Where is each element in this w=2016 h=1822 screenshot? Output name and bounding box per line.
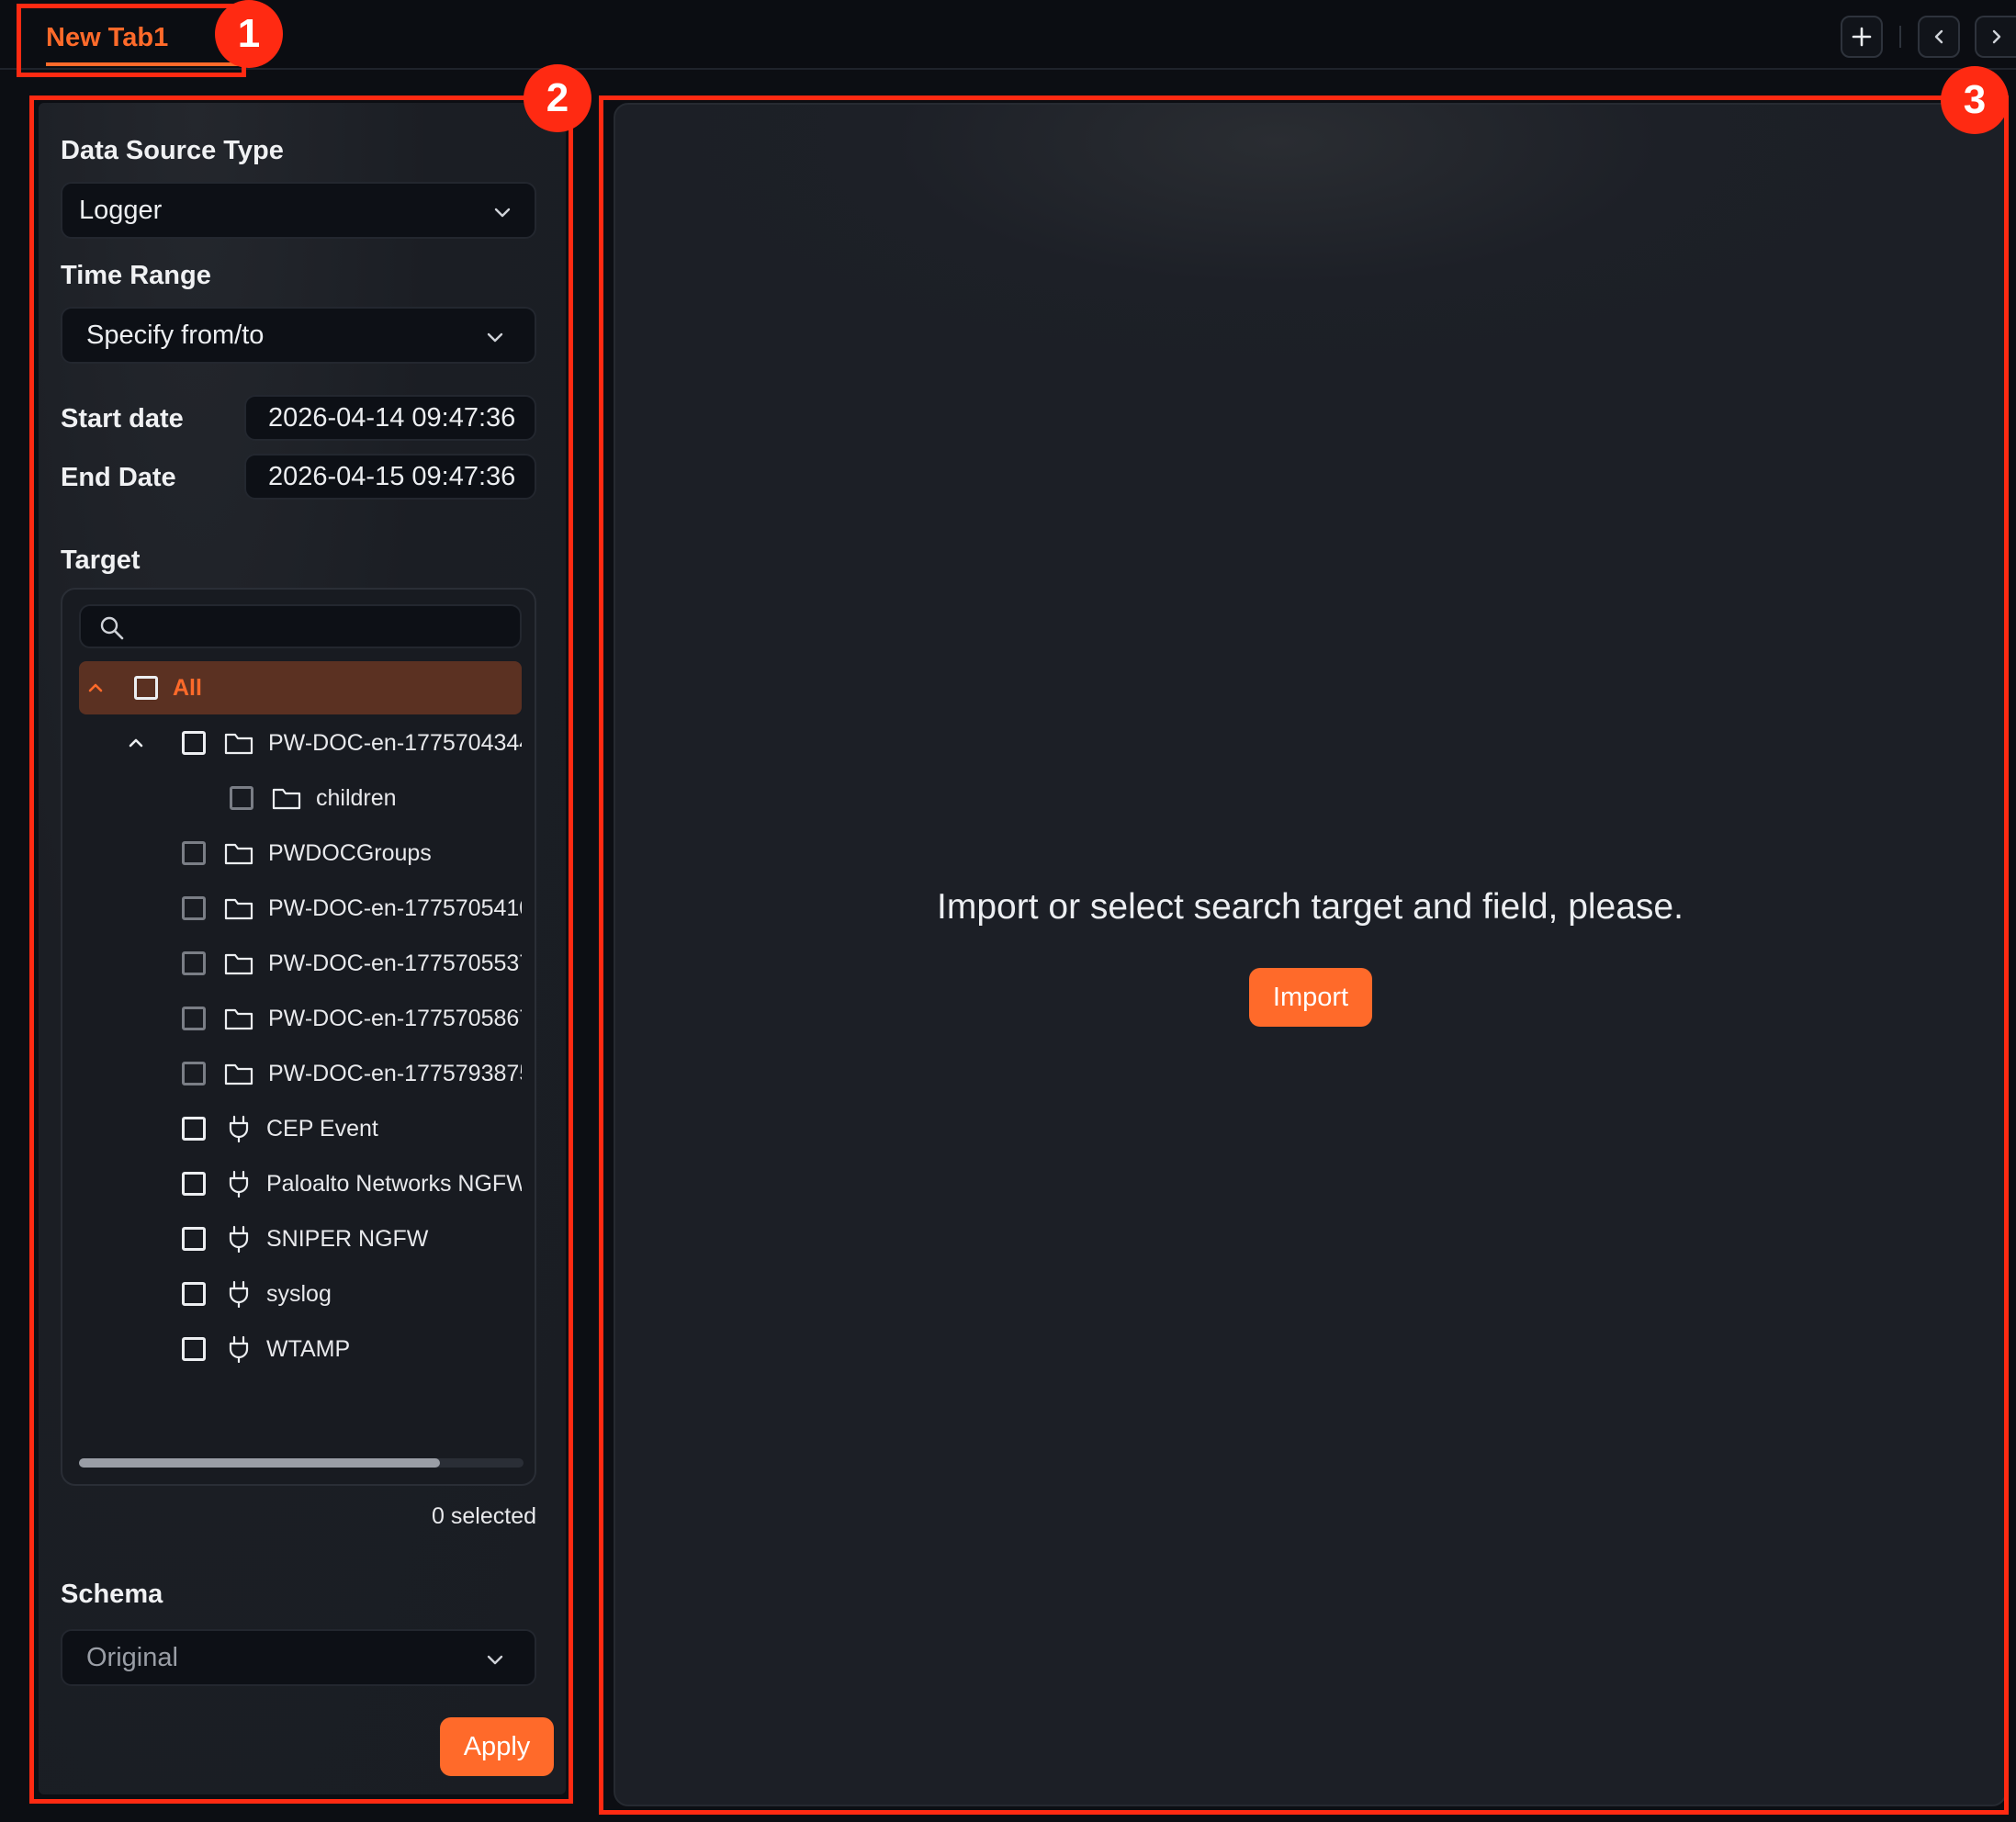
tree-checkbox[interactable] [182, 1062, 206, 1085]
plug-icon [229, 1225, 249, 1253]
tree-item-label: syslog [266, 1280, 332, 1307]
data-source-select[interactable]: Logger [61, 182, 536, 239]
chevron-right-icon [1992, 29, 2000, 44]
schema-select[interactable]: Original [61, 1629, 536, 1686]
tree-item-label: PW-DOC-en-1775704344 [268, 729, 522, 756]
search-icon [100, 616, 124, 640]
tree-checkbox[interactable] [134, 676, 158, 700]
toolbar-divider [1899, 26, 1901, 48]
tree-row[interactable]: PW-DOC-en-1775705410 [79, 882, 522, 935]
chevron-up-icon[interactable] [127, 734, 145, 752]
target-tree-box: All PW-DOC-en-1775704344 children PWDOCG… [61, 588, 536, 1486]
time-range-label: Time Range [61, 261, 211, 290]
horizontal-scrollbar[interactable] [79, 1458, 524, 1468]
tree-row[interactable]: PW-DOC-en-1775704344 [79, 716, 522, 770]
chevron-down-icon [494, 208, 511, 218]
tree-checkbox[interactable] [182, 1172, 206, 1196]
tree-row[interactable]: syslog [79, 1267, 522, 1321]
tree-item-label: PW-DOC-en-1775705867 [268, 1005, 522, 1031]
target-search-input[interactable] [79, 604, 522, 648]
tree-item-label: PWDOCGroups [268, 839, 432, 866]
annotation-badge-2: 2 [524, 64, 591, 132]
add-tab-button[interactable] [1841, 16, 1883, 58]
tree-item-label: PW-DOC-en-1775705410 [268, 894, 522, 921]
tree-row[interactable]: SNIPER NGFW [79, 1212, 522, 1265]
tree-item-label: SNIPER NGFW [266, 1225, 429, 1252]
tab-label: New Tab1 [46, 22, 169, 52]
end-date-input[interactable]: 2026-04-15 09:47:36 [244, 454, 536, 500]
data-source-label: Data Source Type [61, 136, 284, 165]
start-date-row: Start date 2026-04-14 09:47:36 [61, 395, 536, 441]
empty-state-message: Import or select search target and field… [937, 887, 1684, 927]
plug-icon [229, 1115, 249, 1142]
annotation-badge-1: 1 [215, 0, 283, 68]
selected-count: 0 selected [432, 1503, 536, 1529]
tree-checkbox[interactable] [230, 786, 253, 810]
tree-row[interactable]: WTAMP [79, 1322, 522, 1376]
folder-icon [224, 733, 253, 755]
tree-item-label: PW-DOC-en-1775793875 [268, 1060, 522, 1086]
import-button[interactable]: Import [1249, 968, 1372, 1027]
start-date-label: Start date [61, 404, 184, 433]
chevron-down-icon [487, 1655, 503, 1665]
tree-checkbox[interactable] [182, 1227, 206, 1251]
time-range-value: Specify from/to [86, 320, 265, 350]
folder-icon [272, 788, 301, 810]
tree-checkbox[interactable] [182, 1117, 206, 1141]
tree-row[interactable]: PW-DOC-en-1775705537 [79, 937, 522, 990]
tree-checkbox[interactable] [182, 1337, 206, 1361]
schema-label: Schema [61, 1580, 163, 1609]
tree-row[interactable]: PW-DOC-en-1775705867 [79, 992, 522, 1045]
tree-checkbox[interactable] [182, 896, 206, 920]
chevron-down-icon [487, 332, 503, 343]
folder-icon [224, 1008, 253, 1030]
plug-icon [229, 1280, 249, 1308]
folder-icon [224, 953, 253, 975]
plug-icon [229, 1335, 249, 1363]
tree-item-label: CEP Event [266, 1115, 378, 1142]
apply-button[interactable]: Apply [440, 1717, 554, 1776]
end-date-label: End Date [61, 463, 176, 492]
tree-row[interactable]: children [79, 771, 522, 825]
tree-checkbox[interactable] [182, 841, 206, 865]
tree-checkbox[interactable] [182, 951, 206, 975]
folder-icon [224, 843, 253, 865]
schema-value: Original [86, 1642, 178, 1672]
tree-item-label: WTAMP [266, 1335, 351, 1362]
tree-row[interactable]: PW-DOC-en-1775793875 [79, 1047, 522, 1100]
results-panel: Import or select search target and field… [614, 103, 2007, 1806]
start-date-input[interactable]: 2026-04-14 09:47:36 [244, 395, 536, 441]
chevron-up-icon[interactable] [86, 679, 105, 697]
tree-checkbox[interactable] [182, 1282, 206, 1306]
scrollbar-thumb[interactable] [79, 1458, 440, 1468]
tree-row[interactable]: Paloalto Networks NGFW [79, 1157, 522, 1210]
search-settings-panel: Data Source Type Logger Time Range Speci… [39, 103, 566, 1794]
tree-row-all[interactable]: All [79, 661, 522, 714]
tree-item-label: All [173, 674, 202, 701]
folder-icon [224, 1063, 253, 1085]
chevron-left-icon [1934, 29, 1943, 44]
tree-item-label: PW-DOC-en-1775705537 [268, 950, 522, 976]
time-range-select[interactable]: Specify from/to [61, 307, 536, 364]
tree-item-label: children [316, 784, 397, 811]
tree-row[interactable]: PWDOCGroups [79, 827, 522, 880]
target-label: Target [61, 545, 141, 575]
plus-icon [1852, 27, 1872, 47]
tab-new-tab1[interactable]: New Tab1 [24, 9, 259, 66]
tab-bar: New Tab1 [0, 0, 2016, 70]
scroll-tabs-right-button[interactable] [1975, 16, 2016, 58]
end-date-row: End Date 2026-04-15 09:47:36 [61, 454, 536, 500]
data-source-value: Logger [79, 195, 163, 225]
folder-icon [224, 898, 253, 920]
scroll-tabs-left-button[interactable] [1918, 16, 1960, 58]
annotation-badge-3: 3 [1941, 66, 2009, 134]
plug-icon [229, 1170, 249, 1198]
tree-checkbox[interactable] [182, 1007, 206, 1030]
tree-row[interactable]: CEP Event [79, 1102, 522, 1155]
tree-checkbox[interactable] [182, 731, 206, 755]
active-tab-indicator [46, 62, 259, 66]
tree-item-label: Paloalto Networks NGFW [266, 1170, 522, 1197]
